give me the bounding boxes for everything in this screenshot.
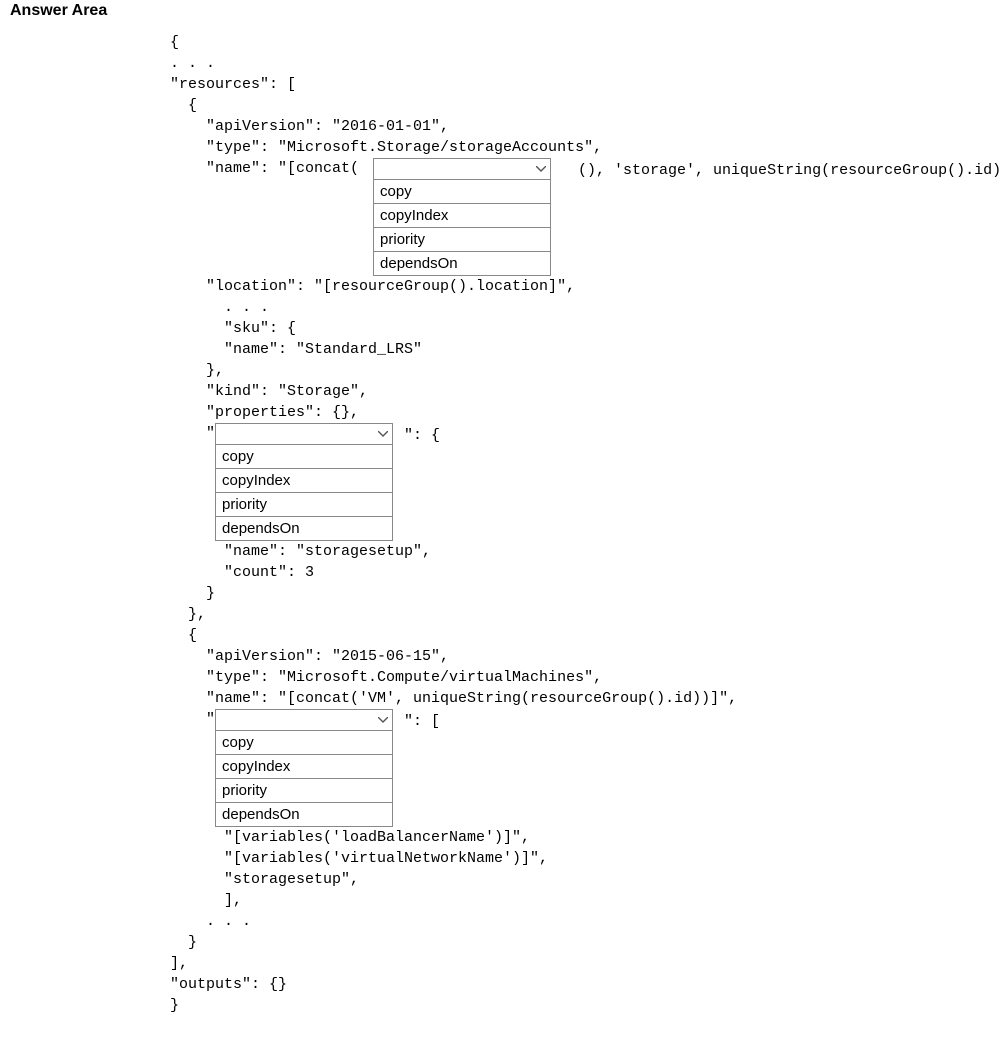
dropdown-1-option-priority[interactable]: priority — [373, 228, 551, 252]
code-line: { — [170, 32, 990, 53]
code-line: "name": "Standard_LRS" — [170, 339, 990, 360]
code-line: ], — [170, 953, 990, 974]
code-line: "count": 3 — [170, 562, 990, 583]
code-line: "resources": [ — [170, 74, 990, 95]
code-fragment: ": { — [393, 423, 440, 446]
chevron-down-icon — [536, 166, 546, 172]
code-line: "name": "storagesetup", — [170, 541, 990, 562]
code-line: "name": "[concat('VM', uniqueString(reso… — [170, 688, 990, 709]
code-line-with-dropdown: "name": "[concat( copycopyIndexpriorityde… — [170, 158, 1000, 276]
chevron-down-icon — [378, 717, 388, 723]
dropdown-3-option-copyindex[interactable]: copyIndex — [215, 755, 393, 779]
dropdown-1-option-copy[interactable]: copy — [373, 180, 551, 204]
dropdown-2-option-priority[interactable]: priority — [215, 493, 393, 517]
code-line: "type": "Microsoft.Storage/storageAccoun… — [170, 137, 990, 158]
code-line: ], — [170, 890, 990, 911]
dropdown-1-option-dependson[interactable]: dependsOn — [373, 252, 551, 276]
code-line: "kind": "Storage", — [170, 381, 990, 402]
page-title: Answer Area — [10, 2, 990, 20]
dropdown-2-group: copycopyIndexprioritydependsOn — [215, 423, 393, 541]
code-line: "apiVersion": "2015-06-15", — [170, 646, 990, 667]
code-line: "sku": { — [170, 318, 990, 339]
dropdown-3-group: copycopyIndexprioritydependsOn — [215, 709, 393, 827]
code-line: }, — [170, 604, 990, 625]
dropdown-3-select[interactable] — [215, 709, 393, 731]
code-block: {. . ."resources": [ { "apiVersion": "20… — [10, 32, 990, 1016]
code-line: . . . — [170, 911, 990, 932]
code-line: } — [170, 932, 990, 953]
dropdown-2-option-copy[interactable]: copy — [215, 445, 393, 469]
code-line: "outputs": {} — [170, 974, 990, 995]
code-line: "location": "[resourceGroup().location]"… — [170, 276, 990, 297]
dropdown-2-option-dependson[interactable]: dependsOn — [215, 517, 393, 541]
code-line: "storagesetup", — [170, 869, 990, 890]
chevron-down-icon — [378, 431, 388, 437]
code-line: "apiVersion": "2016-01-01", — [170, 116, 990, 137]
dropdown-2-option-copyindex[interactable]: copyIndex — [215, 469, 393, 493]
code-line: . . . — [170, 297, 990, 318]
code-line: . . . — [170, 53, 990, 74]
dropdown-3-option-priority[interactable]: priority — [215, 779, 393, 803]
code-line: "[variables('virtualNetworkName')]", — [170, 848, 990, 869]
code-line: { — [170, 625, 990, 646]
code-line: }, — [170, 360, 990, 381]
dropdown-1-group: copycopyIndexprioritydependsOn — [373, 158, 551, 276]
code-line-with-dropdown: "copycopyIndexprioritydependsOn ": { — [170, 423, 440, 541]
code-line: } — [170, 583, 990, 604]
code-fragment: " — [170, 709, 215, 730]
dropdown-3-option-dependson[interactable]: dependsOn — [215, 803, 393, 827]
code-line: { — [170, 95, 990, 116]
dropdown-3-option-copy[interactable]: copy — [215, 731, 393, 755]
code-fragment: "name": "[concat( — [170, 158, 359, 179]
code-fragment: ": [ — [393, 709, 440, 732]
code-line: "[variables('loadBalancerName')]", — [170, 827, 990, 848]
code-fragment: " — [170, 423, 215, 444]
code-line-with-dropdown: "copycopyIndexprioritydependsOn ": [ — [170, 709, 440, 827]
dropdown-1-select[interactable] — [373, 158, 551, 180]
code-line: "properties": {}, — [170, 402, 990, 423]
code-fragment: (), 'storage', uniqueString(resourceGrou… — [551, 158, 1000, 181]
code-line: } — [170, 995, 990, 1016]
dropdown-2-select[interactable] — [215, 423, 393, 445]
dropdown-1-option-copyindex[interactable]: copyIndex — [373, 204, 551, 228]
code-line: "type": "Microsoft.Compute/virtualMachin… — [170, 667, 990, 688]
